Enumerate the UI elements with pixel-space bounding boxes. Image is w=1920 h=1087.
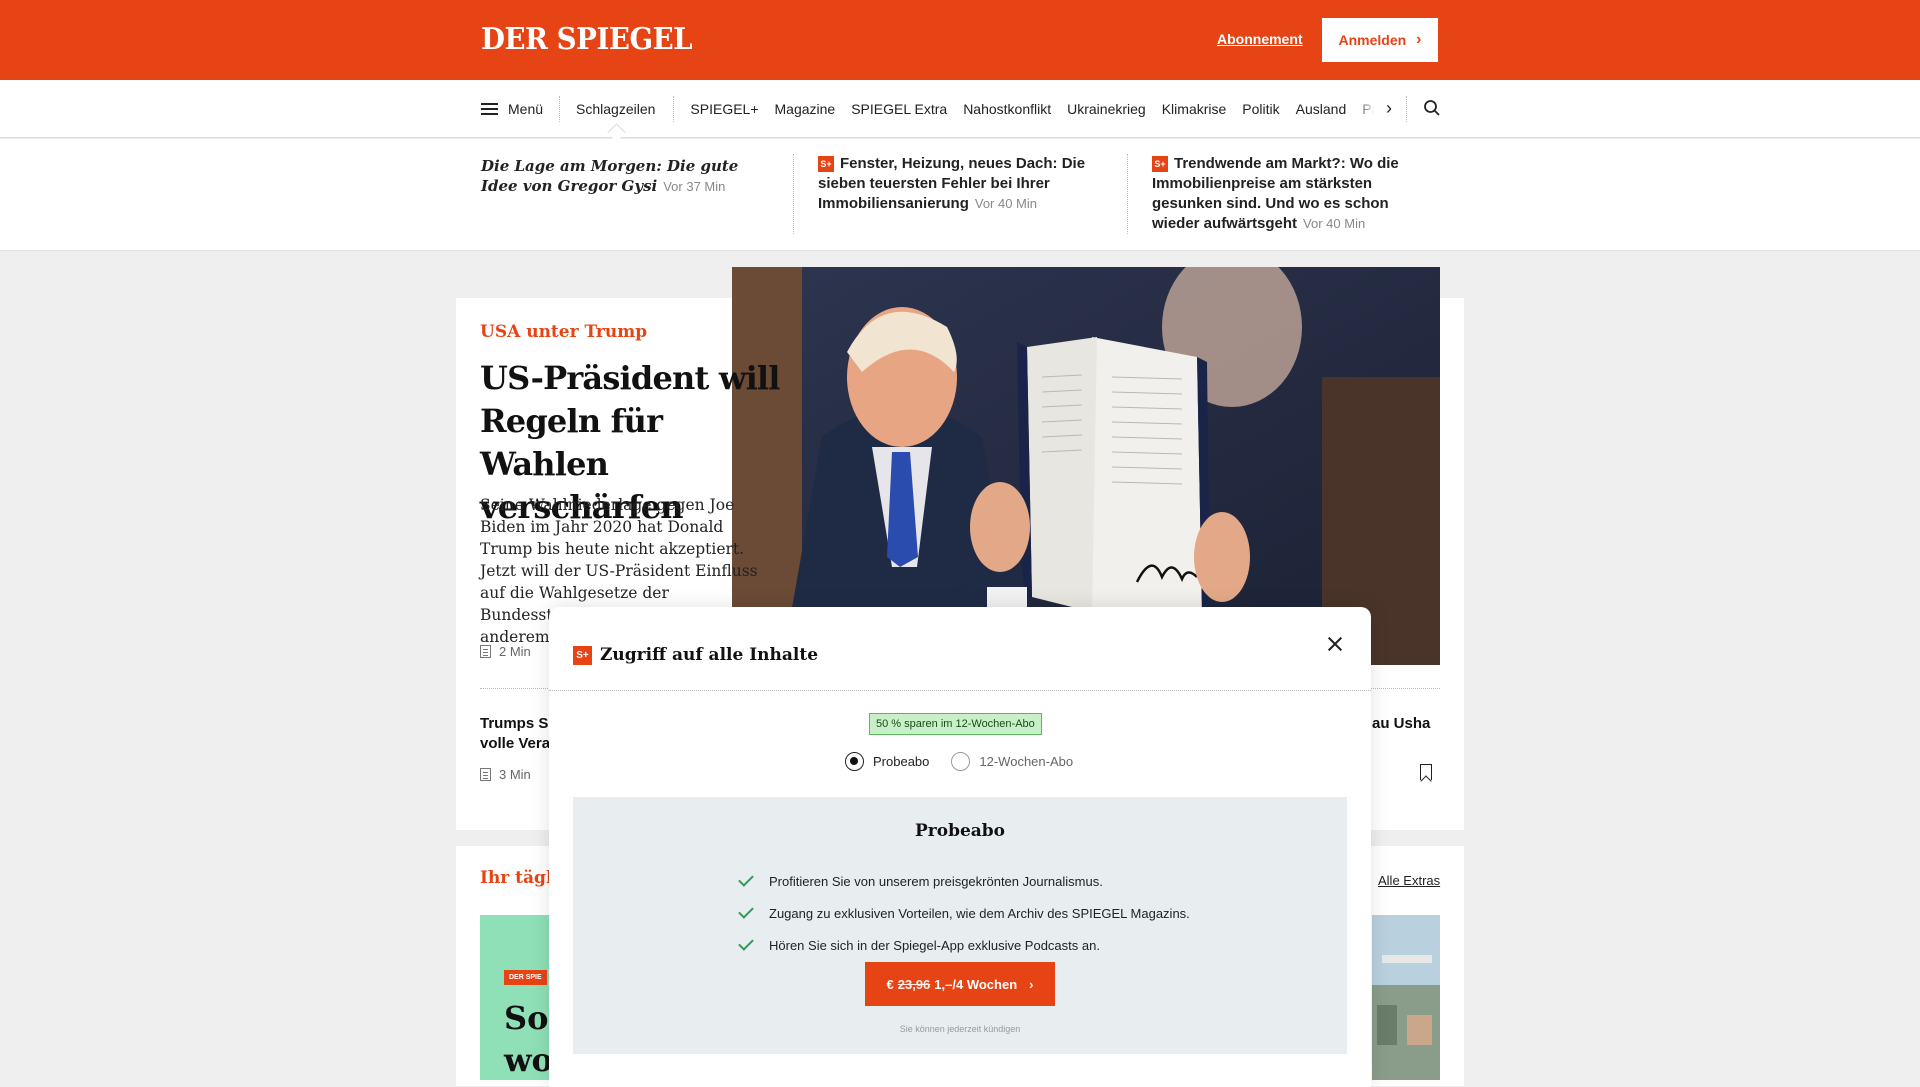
nav-item-klimakrise[interactable]: Klimakrise — [1162, 101, 1227, 117]
benefit-item: Profitieren Sie von unserem preisgekrönt… — [738, 865, 1190, 897]
menu-label: Menü — [508, 101, 544, 117]
nav-item-schlagzeilen[interactable]: Schlagzeilen — [576, 96, 675, 122]
cta-price: 1,–/4 Wochen — [934, 976, 1018, 992]
promo-badge: DER SPIE — [504, 970, 547, 985]
ticker-item[interactable]: S+ Trendwende am Markt?: Wo die Immobilie… — [1127, 154, 1437, 234]
radio-probeabo[interactable]: Probeabo — [845, 752, 929, 771]
nav-item-spiegel-plus[interactable]: SPIEGEL+ — [690, 101, 758, 117]
cancel-note: Sie können jederzeit kündigen — [899, 1024, 1021, 1034]
nav-bar: Menü Schlagzeilen SPIEGEL+ Magazine SPIE… — [0, 80, 1920, 138]
login-button-label: Anmelden — [1338, 32, 1407, 48]
nav-item-panorama[interactable]: Panor — [1362, 101, 1374, 117]
radio-unselected-icon[interactable] — [951, 752, 971, 771]
document-icon — [480, 768, 491, 781]
benefit-text: Zugang zu exklusiven Vorteilen, wie dem … — [769, 905, 1190, 921]
cta-currency: € — [886, 976, 894, 992]
benefit-text: Hören Sie sich in der Spiegel-App exklus… — [769, 937, 1100, 953]
divider — [549, 690, 1371, 691]
ticker-item[interactable]: Die Lage am Morgen: Die gute Idee von Gr… — [481, 156, 771, 197]
cta-old-price: 23,96 — [897, 976, 931, 992]
plan-title: Probeabo — [914, 821, 1006, 841]
read-time: 2 Min — [480, 644, 531, 659]
radio-selected-icon[interactable] — [845, 752, 864, 771]
subscribe-button[interactable]: € 23,96 1,–/4 Wochen › — [865, 962, 1055, 1006]
radio-label: Probeabo — [873, 754, 930, 769]
nav-item-ausland[interactable]: Ausland — [1296, 101, 1347, 117]
logo[interactable]: DER SPIEGEL — [481, 22, 693, 57]
benefit-list: Profitieren Sie von unserem preisgekrönt… — [738, 865, 1190, 961]
subscription-link[interactable]: Abonnement — [1217, 31, 1303, 47]
spiegel-plus-icon: S+ — [1152, 156, 1168, 172]
radio-12-wochen-abo[interactable]: 12-Wochen-Abo — [951, 752, 1073, 771]
ticker-time: Vor 40 Min — [974, 196, 1038, 211]
nav-item-spiegel-extra[interactable]: SPIEGEL Extra — [851, 101, 947, 117]
article-kicker[interactable]: USA unter Trump — [480, 322, 647, 342]
lead-article-image[interactable] — [732, 267, 1440, 665]
chevron-right-icon[interactable]: › — [1386, 96, 1407, 122]
login-button[interactable]: Anmelden › — [1322, 18, 1438, 62]
bookmark-icon[interactable] — [1420, 764, 1432, 780]
close-icon[interactable] — [1325, 634, 1345, 654]
nav-item-nahostkonflikt[interactable]: Nahostkonflikt — [963, 101, 1051, 117]
modal-header: S+ Zugriff auf alle Inhalte — [573, 645, 818, 665]
search-icon[interactable] — [1423, 99, 1441, 119]
top-bar: DER SPIEGEL Abonnement Anmelden › — [0, 0, 1920, 80]
chevron-right-icon: › — [1029, 976, 1034, 992]
hamburger-icon — [481, 103, 498, 115]
menu-button[interactable]: Menü — [481, 96, 561, 122]
plan-details: Probeabo Profitieren Sie von unserem pre… — [573, 797, 1347, 1054]
subscription-modal: S+ Zugriff auf alle Inhalte 50 % sparen … — [549, 607, 1371, 1087]
all-extras-link[interactable]: Alle Extras — [1378, 873, 1440, 888]
ticker-item[interactable]: S+ Fenster, Heizung, neues Dach: Die sieb… — [793, 154, 1103, 234]
secondary-article-headline[interactable]: au Usha — [1372, 714, 1430, 734]
document-icon — [480, 645, 491, 658]
modal-title: Zugriff auf alle Inhalte — [600, 645, 819, 665]
read-time: 3 Min — [480, 767, 531, 782]
nav-item-politik[interactable]: Politik — [1242, 101, 1279, 117]
promo-image[interactable] — [1372, 915, 1440, 1080]
read-time-label: 2 Min — [499, 644, 531, 659]
checkmark-icon — [738, 903, 754, 919]
spiegel-plus-icon: S+ — [573, 645, 592, 665]
secondary-article-headline[interactable]: Trumps S volle Vera — [480, 714, 560, 754]
read-time-label: 3 Min — [499, 767, 531, 782]
radio-label: 12-Wochen-Abo — [979, 754, 1074, 769]
savings-badge: 50 % sparen im 12-Wochen-Abo — [869, 713, 1042, 735]
nav-item-ukrainekrieg[interactable]: Ukrainekrieg — [1067, 101, 1146, 117]
benefit-item: Hören Sie sich in der Spiegel-App exklus… — [738, 929, 1190, 961]
ticker-time: Vor 40 Min — [1303, 216, 1366, 231]
plan-selector: Probeabo 12-Wochen-Abo — [845, 752, 1073, 771]
headline-ticker: Die Lage am Morgen: Die gute Idee von Gr… — [0, 139, 1920, 251]
checkmark-icon — [738, 935, 754, 951]
promo-headline[interactable]: So wo — [504, 997, 553, 1081]
chevron-right-icon: › — [1416, 31, 1422, 48]
nav-item-magazine[interactable]: Magazine — [775, 101, 836, 117]
benefit-item: Zugang zu exklusiven Vorteilen, wie dem … — [738, 897, 1190, 929]
ticker-time: Vor 37 Min — [663, 179, 726, 194]
benefit-text: Profitieren Sie von unserem preisgekrönt… — [769, 873, 1103, 889]
checkmark-icon — [738, 871, 754, 887]
spiegel-plus-icon: S+ — [818, 156, 834, 172]
ticker-title: Fenster, Heizung, neues Dach: Die sieben… — [818, 155, 1086, 212]
